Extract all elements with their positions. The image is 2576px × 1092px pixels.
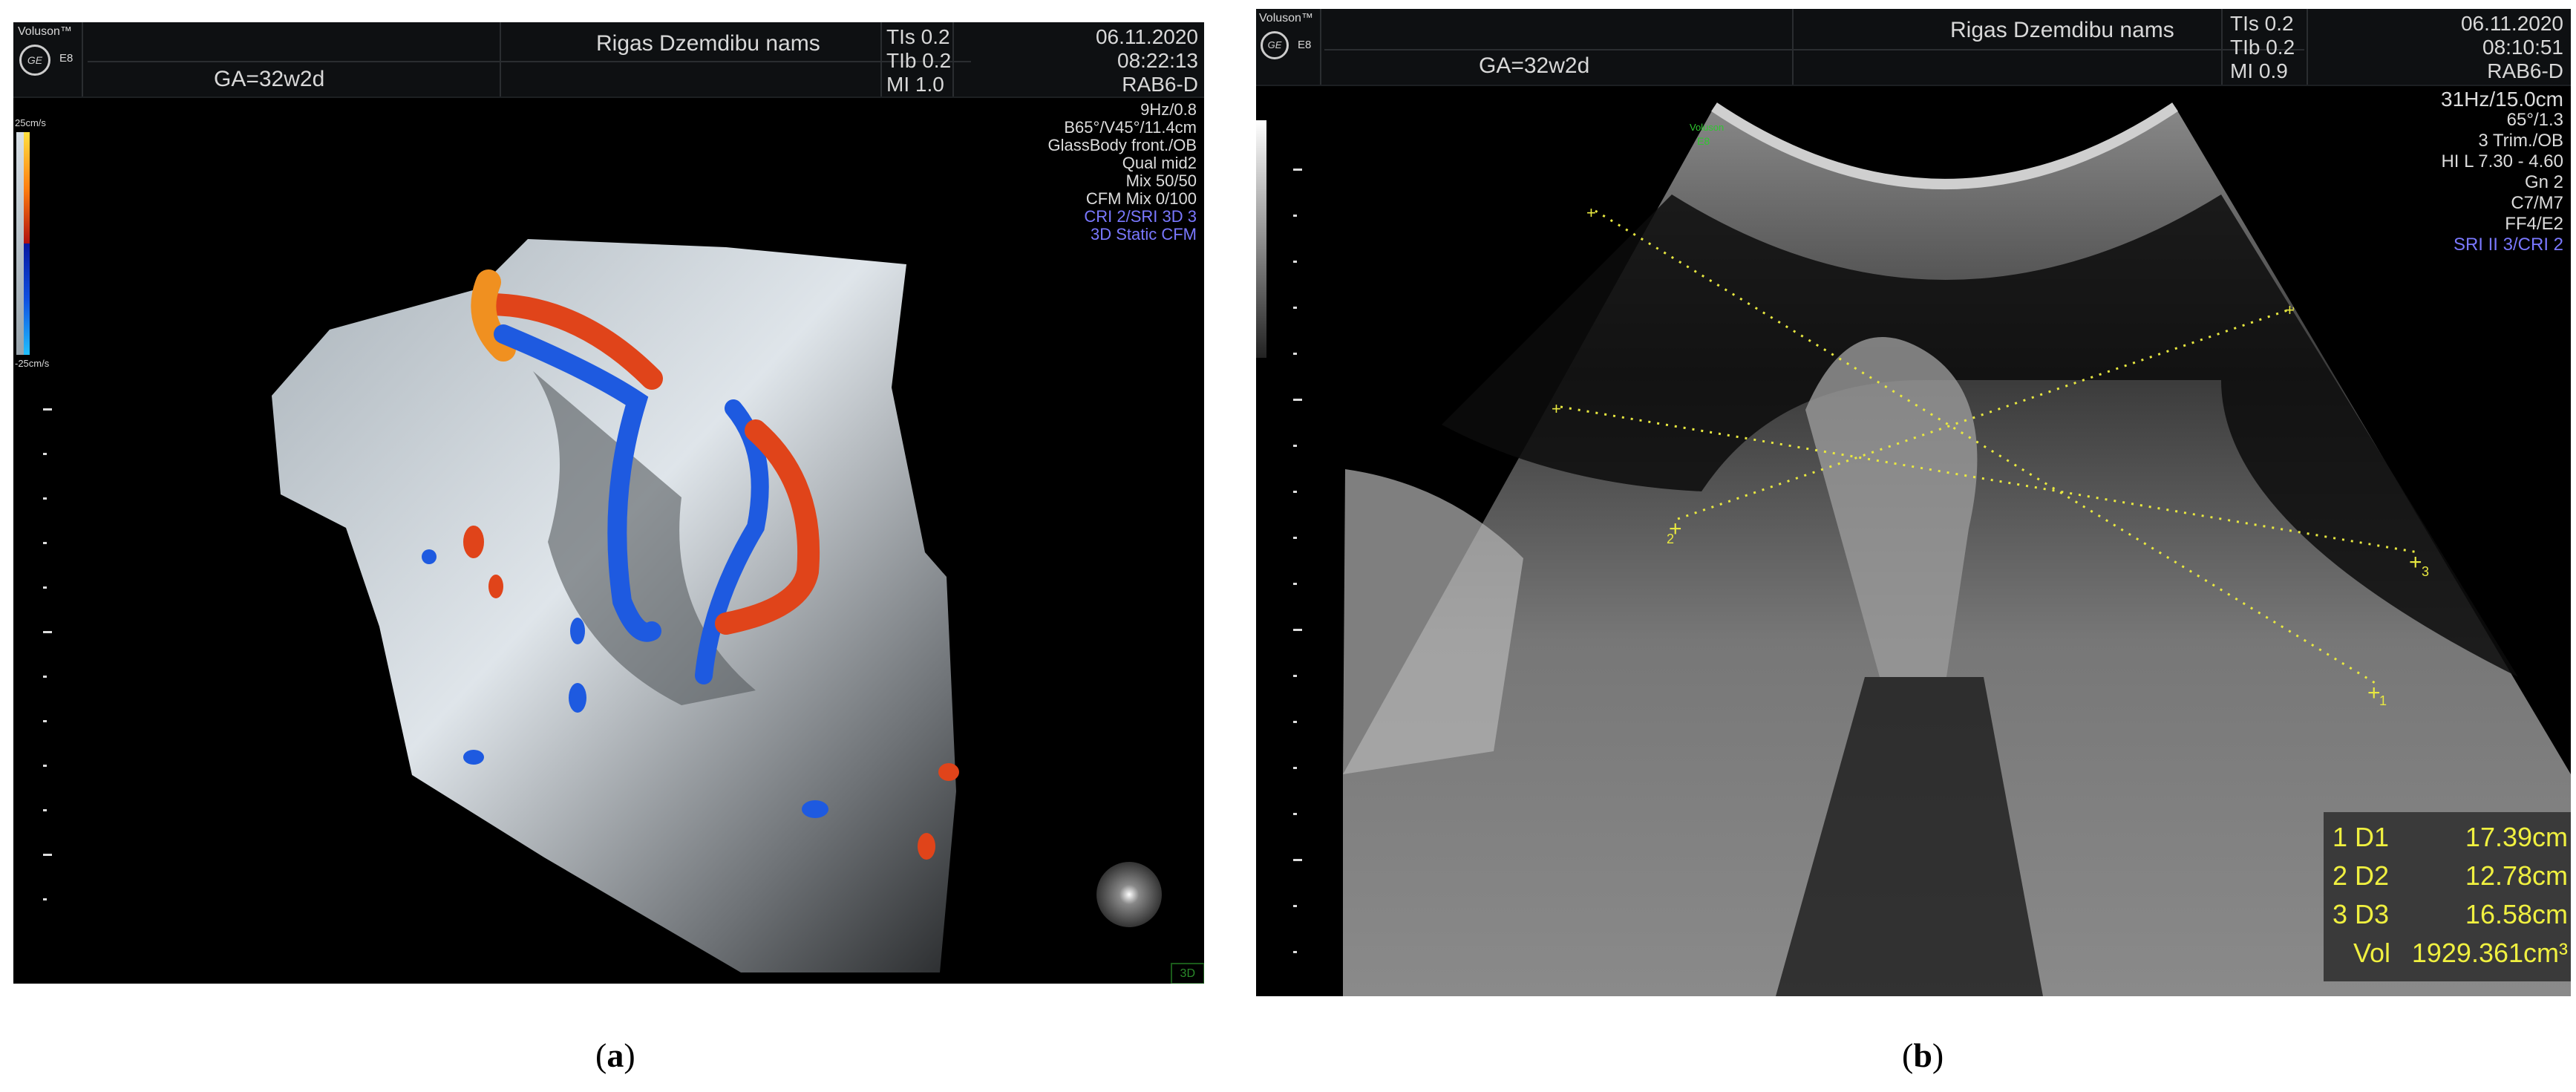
mode-label: 3D [1180,967,1195,980]
depth-tick [1293,675,1297,677]
caliper-plus-icon: + [2285,301,2295,319]
depth-tick [1293,537,1297,539]
caption-b: (b) [1902,1036,1944,1074]
caliper-plus-icon: + [1586,203,1596,222]
depth-tick [1293,491,1297,493]
caliper-1: + [2367,681,2381,705]
panel-b-2d-volume-measurement: Voluson™ GE E8 GA=32w2d Rigas Dzemdibu n… [1256,9,2571,996]
depth-tick [1293,905,1297,907]
depth-tick [1293,629,1302,631]
watermark: E8 [1697,135,1710,147]
param: 31Hz/15.0cm [2441,88,2563,111]
param: FF4/E2 [2505,214,2563,234]
rendered-3d-volume [272,239,1204,984]
depth-tick [1293,951,1297,953]
orientation-sphere-icon [1096,862,1162,927]
param: 65°/1.3 [2506,110,2563,130]
param: C7/M7 [2511,193,2563,213]
measurement-results: 1 D1 17.39cm 2 D2 12.78cm 3 D3 16.58cm Vol 1… [2324,812,2571,981]
param: Gn 2 [2524,172,2563,192]
volume-row: Vol 1929.361cm³ [2353,938,2568,968]
depth-tick [1293,353,1297,355]
caliper-label: 1 [2379,693,2387,708]
depth-tick [1293,583,1297,585]
caliper-label: 3 [2422,564,2430,579]
acquisition-params: 31Hz/15.0cm 65°/1.3 3 Trim./OB HI L 7.30… [2441,89,2563,255]
depth-tick [1293,261,1297,263]
param: 3 Trim./OB [2478,131,2563,151]
depth-tick [1293,721,1297,723]
param: HI L 7.30 - 4.60 [2441,151,2563,171]
caption-a: (a) [595,1036,635,1074]
depth-tick [1293,859,1302,861]
depth-tick [1293,307,1297,309]
caliper-label: 2 [1667,532,1675,546]
depth-tick [1293,215,1297,217]
param-blue: SRI II 3/CRI 2 [2453,235,2563,255]
depth-tick [1293,767,1297,769]
measurement-row: 3 D3 16.58cm [2333,899,2568,929]
watermark: Voluson [1690,122,1725,133]
depth-tick [1293,169,1302,171]
depth-tick [1293,399,1302,401]
depth-tick [1293,813,1297,815]
measurement-row: 1 D1 17.39cm [2333,822,2568,852]
caliper-3: + [2409,550,2422,575]
panel-a-3d-doppler: Voluson™ GE E8 GA=32w2d Rigas Dzemdibu n… [13,22,1204,984]
measurement-row: 2 D2 12.78cm [2333,860,2568,891]
depth-tick [1293,445,1297,447]
caliper-plus-icon: + [1552,399,1561,418]
